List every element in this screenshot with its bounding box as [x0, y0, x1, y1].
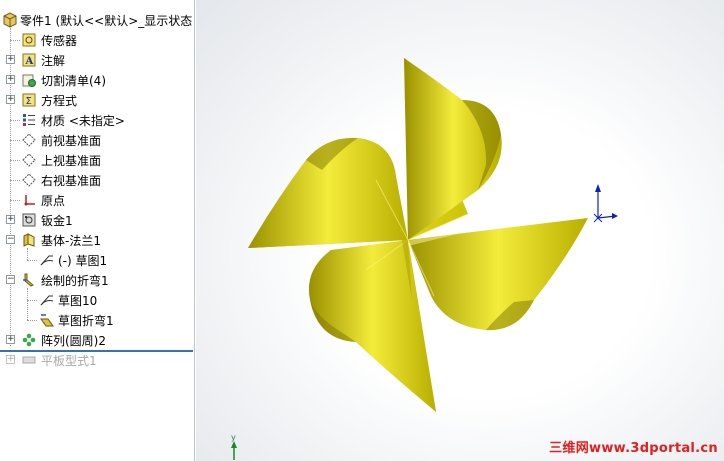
collapse-toggle[interactable]: −	[6, 235, 15, 244]
graphics-viewport[interactable]: y	[196, 0, 724, 461]
tree-item-material[interactable]: 材质 <未指定>	[0, 110, 194, 130]
site-watermark: 三维网www.3dportal.cn	[549, 441, 718, 456]
tree-item-top-plane[interactable]: 上视基准面	[0, 150, 194, 170]
tree-item-label: 原点	[41, 193, 66, 208]
tree-item-label: 右视基准面	[41, 173, 102, 188]
tree-item-label: 切割清单(4)	[41, 73, 106, 88]
tree-item-label: 注解	[41, 53, 66, 68]
plane-icon	[21, 132, 37, 148]
sketched-bend-icon	[21, 272, 37, 288]
sketch-bend-icon	[39, 312, 55, 328]
tree-item-sketch1[interactable]: (-) 草图1	[0, 250, 194, 270]
collapse-toggle[interactable]: −	[6, 275, 15, 284]
sketch-icon	[39, 292, 55, 308]
svg-text:y: y	[231, 433, 236, 442]
tree-item-sketch-bend[interactable]: 草图折弯1	[0, 310, 194, 330]
annotation-icon: A	[21, 52, 37, 68]
plane-icon	[21, 172, 37, 188]
tree-item-equations[interactable]: + Σ 方程式	[0, 90, 194, 110]
part-icon	[2, 12, 18, 28]
equation-icon: Σ	[21, 92, 37, 108]
tree-root-part[interactable]: 零件1 (默认<<默认>_显示状态	[0, 10, 194, 30]
circular-pattern-icon	[21, 332, 37, 348]
view-orientation-triad: y	[231, 433, 237, 460]
expand-toggle[interactable]: +	[6, 335, 15, 344]
tree-item-circular-pattern[interactable]: + 阵列(圆周)2	[0, 330, 194, 350]
tree-item-cut-list[interactable]: + 切割清单(4)	[0, 70, 194, 90]
tree-item-annotations[interactable]: + A 注解	[0, 50, 194, 70]
tree-item-sketch10[interactable]: 草图10	[0, 290, 194, 310]
tree-item-label: 基体-法兰1	[41, 233, 101, 248]
tree-item-label: 草图10	[58, 293, 98, 308]
tree-item-base-flange[interactable]: − 基体-法兰1	[0, 230, 194, 250]
tree-root-label: 零件1 (默认<<默认>_显示状态	[20, 13, 193, 28]
tree-item-label: 传感器	[41, 33, 78, 48]
origin-icon	[21, 192, 37, 208]
tree-item-label: 上视基准面	[41, 153, 102, 168]
pinwheel-model[interactable]: y	[196, 0, 724, 461]
tree-item-label: 草图折弯1	[58, 313, 114, 328]
svg-text:Σ: Σ	[26, 96, 32, 107]
tree-item-label: 阵列(圆周)2	[41, 333, 106, 348]
tree-item-sensors[interactable]: 传感器	[0, 30, 194, 50]
material-icon	[21, 112, 37, 128]
plane-icon	[21, 152, 37, 168]
tree-item-label: 方程式	[41, 93, 78, 108]
flat-pattern-icon	[21, 352, 37, 368]
sheet-metal-icon	[21, 212, 37, 228]
expand-toggle[interactable]: +	[6, 95, 15, 104]
reference-triad	[593, 184, 618, 223]
tree-item-label: 平板型式1	[41, 353, 97, 368]
base-flange-icon	[21, 232, 37, 248]
tree-item-label: 钣金1	[41, 213, 73, 228]
tree-item-label: 前视基准面	[41, 133, 102, 148]
expand-toggle[interactable]: +	[6, 75, 15, 84]
tree-item-front-plane[interactable]: 前视基准面	[0, 130, 194, 150]
tree-item-label: (-) 草图1	[58, 253, 108, 268]
tree-item-label: 材质 <未指定>	[41, 113, 125, 128]
expand-toggle[interactable]: +	[6, 55, 15, 64]
svg-text:A: A	[25, 56, 34, 67]
tree-item-right-plane[interactable]: 右视基准面	[0, 170, 194, 190]
tree-item-label: 绘制的折弯1	[41, 273, 109, 288]
sketch-icon	[39, 252, 55, 268]
tree-item-origin[interactable]: 原点	[0, 190, 194, 210]
expand-toggle[interactable]: +	[6, 355, 15, 364]
sensor-icon	[21, 32, 37, 48]
tree-item-flat-pattern[interactable]: + 平板型式1	[0, 350, 194, 370]
tree-item-sketched-bend[interactable]: − 绘制的折弯1	[0, 270, 194, 290]
tree-item-sheet-metal[interactable]: + 钣金1	[0, 210, 194, 230]
cut-list-icon	[21, 72, 37, 88]
feature-manager-tree: 零件1 (默认<<默认>_显示状态 传感器 + A 注解 + 切割清单(4) +…	[0, 0, 195, 461]
expand-toggle[interactable]: +	[6, 215, 15, 224]
